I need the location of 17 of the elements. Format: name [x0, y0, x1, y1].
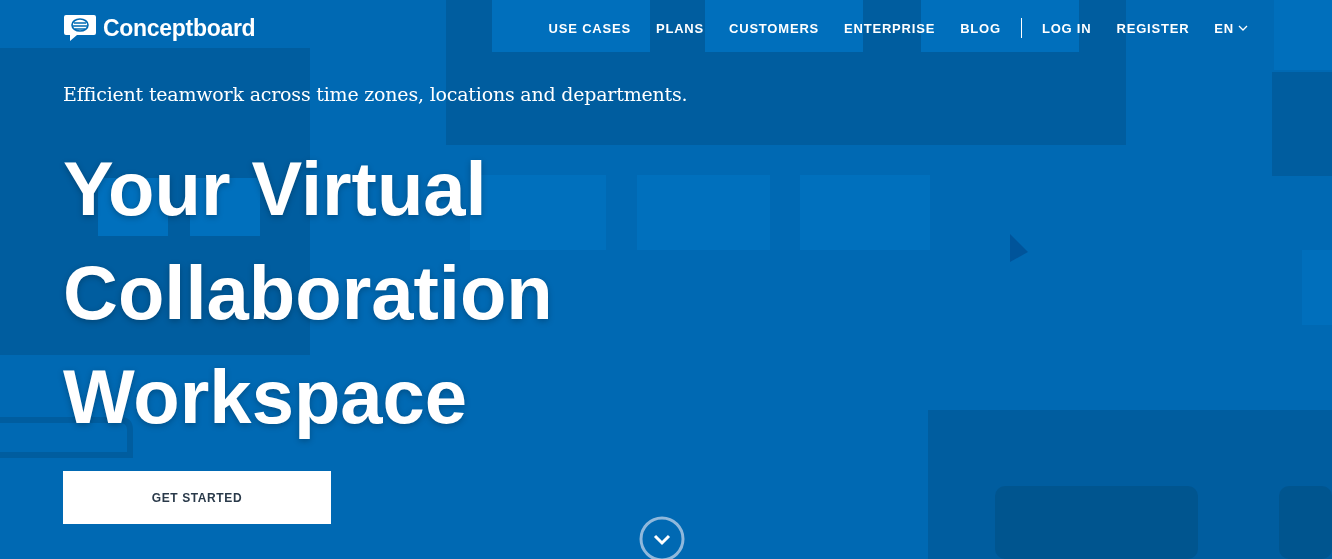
account-link[interactable]: LOG IN: [1041, 20, 1092, 36]
nav-link[interactable]: PLANS: [655, 20, 704, 36]
hero-headline: Your Virtual: [63, 145, 487, 233]
account-link[interactable]: REGISTER: [1116, 20, 1190, 36]
caret-icon: [1238, 25, 1248, 31]
nav-link[interactable]: CUSTOMERS: [729, 20, 820, 36]
scroll-down-icon[interactable]: [638, 515, 686, 559]
hero-tagline: Efficient teamwork across time zones, locations and departments.: [63, 83, 689, 105]
get-started-button[interactable]: GET STARTED: [63, 471, 331, 524]
nav-link[interactable]: ENTERPRISE: [844, 20, 936, 36]
speech-bubble-logo-icon: [63, 14, 97, 42]
nav-link[interactable]: USE CASES: [548, 20, 631, 36]
nav-link[interactable]: BLOG: [960, 20, 1001, 36]
brand-name[interactable]: Conceptboard: [103, 14, 256, 42]
language-selector[interactable]: EN: [1214, 20, 1248, 36]
hero-headline: Workspace: [63, 353, 468, 441]
hero-headline: Collaboration: [63, 249, 553, 337]
